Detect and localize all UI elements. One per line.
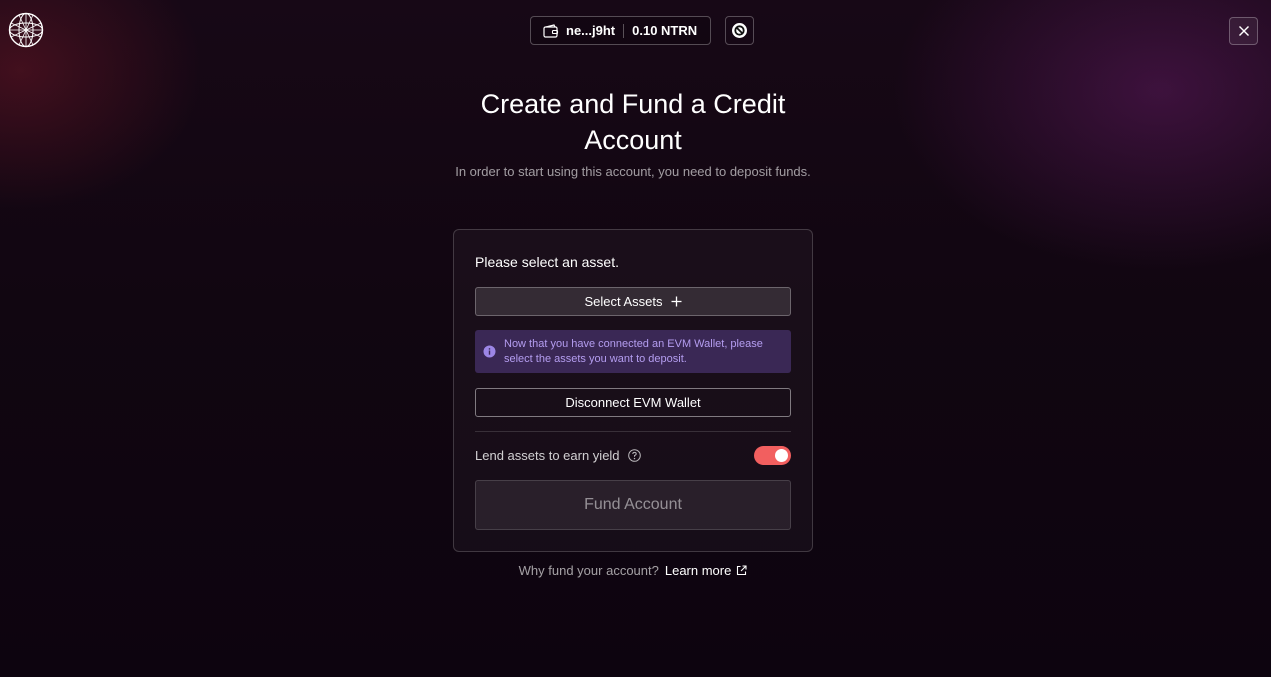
select-assets-button[interactable]: Select Assets: [475, 287, 791, 316]
learn-more-label: Learn more: [664, 563, 732, 578]
info-text: Now that you have connected an EVM Walle…: [504, 337, 763, 365]
fund-account-button[interactable]: Fund Account: [475, 480, 791, 530]
wallet-button[interactable]: ne...j9ht 0.10 NTRN: [530, 16, 711, 45]
page-title: Create and Fund a Credit Account: [480, 89, 786, 155]
info-notice: Now that you have connected an EVM Walle…: [475, 330, 791, 373]
card-heading: Please select an asset.: [475, 254, 619, 270]
lend-toggle[interactable]: [754, 446, 791, 465]
neutron-icon: [732, 23, 747, 38]
info-icon: [483, 345, 496, 358]
globe-network-logo-icon: [8, 12, 44, 48]
plus-icon: [671, 296, 682, 307]
close-icon: [1238, 26, 1249, 36]
footer-question: Why fund your account?: [518, 563, 659, 578]
app-logo[interactable]: [8, 12, 44, 48]
footer-help: Why fund your account? Learn more: [453, 563, 813, 578]
network-button[interactable]: [725, 16, 754, 45]
page-subtitle: In order to start using this account, yo…: [455, 164, 811, 179]
select-assets-label: Select Assets: [584, 294, 663, 309]
external-link-icon: [737, 565, 747, 576]
fund-account-card: Please select an asset. Select Assets No…: [453, 229, 813, 552]
close-button[interactable]: [1229, 17, 1258, 45]
lend-label: Lend assets to earn yield: [475, 447, 620, 463]
wallet-address: ne...j9ht: [566, 23, 616, 38]
learn-more-link[interactable]: Learn more: [665, 563, 747, 578]
disconnect-label: Disconnect EVM Wallet: [565, 395, 701, 410]
header-wallet-area: ne...j9ht 0.10 NTRN: [530, 16, 754, 45]
fund-account-label: Fund Account: [584, 496, 682, 513]
wallet-balance: 0.10 NTRN: [632, 23, 698, 38]
lend-setting-row: Lend assets to earn yield: [475, 446, 791, 464]
question-icon[interactable]: [627, 448, 641, 462]
wallet-icon: [543, 23, 559, 38]
toggle-knob: [775, 449, 788, 462]
disconnect-evm-wallet-button[interactable]: Disconnect EVM Wallet: [475, 388, 791, 417]
card-divider: [475, 431, 791, 432]
wallet-divider: [623, 23, 625, 38]
